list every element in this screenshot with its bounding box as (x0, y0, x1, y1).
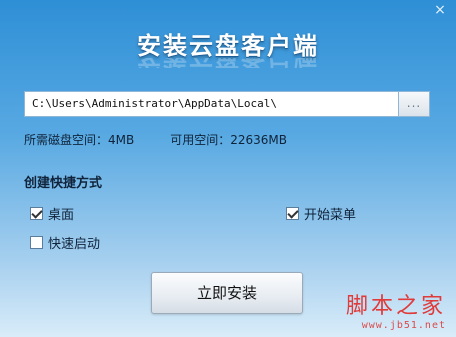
install-path-row: ... (24, 91, 430, 117)
available-space-label: 可用空间：22636MB (170, 133, 287, 147)
install-now-button[interactable]: 立即安装 (151, 272, 303, 314)
desktop-shortcut-label: 桌面 (48, 208, 75, 223)
install-path-input[interactable] (24, 91, 405, 117)
page-title: 安装云盘客户端 (137, 32, 319, 60)
watermark-url-text: www.jb51.net (361, 320, 446, 331)
shortcut-section-heading: 创建快捷方式 (24, 176, 103, 191)
title-reflection: 安装云盘客户端 (0, 58, 456, 68)
watermark-logo: 脚本之家 www.jb51.net (346, 294, 446, 331)
required-space-label: 所需磁盘空间：4MB (24, 133, 135, 147)
start-menu-shortcut-checkbox[interactable]: 开始菜单 (286, 204, 356, 223)
quick-launch-shortcut-checkbox[interactable]: 快速启动 (30, 233, 100, 252)
disk-space-info: 所需磁盘空间：4MB 可用空间：22636MB (24, 131, 287, 148)
quick-launch-shortcut-label: 快速启动 (48, 237, 101, 252)
checkbox-icon[interactable] (30, 236, 43, 249)
close-icon: × (434, 2, 446, 18)
installer-window: × 安装云盘客户端 安装云盘客户端 ... 所需磁盘空间：4MB 可用空间：226… (0, 0, 456, 337)
desktop-shortcut-checkbox[interactable]: 桌面 (30, 204, 74, 223)
checkbox-icon[interactable] (286, 207, 299, 220)
start-menu-shortcut-label: 开始菜单 (304, 208, 357, 223)
browse-button[interactable]: ... (398, 91, 430, 117)
close-button[interactable]: × (432, 2, 448, 18)
watermark-main-text: 脚本之家 (345, 294, 446, 319)
checkbox-icon[interactable] (30, 207, 43, 220)
